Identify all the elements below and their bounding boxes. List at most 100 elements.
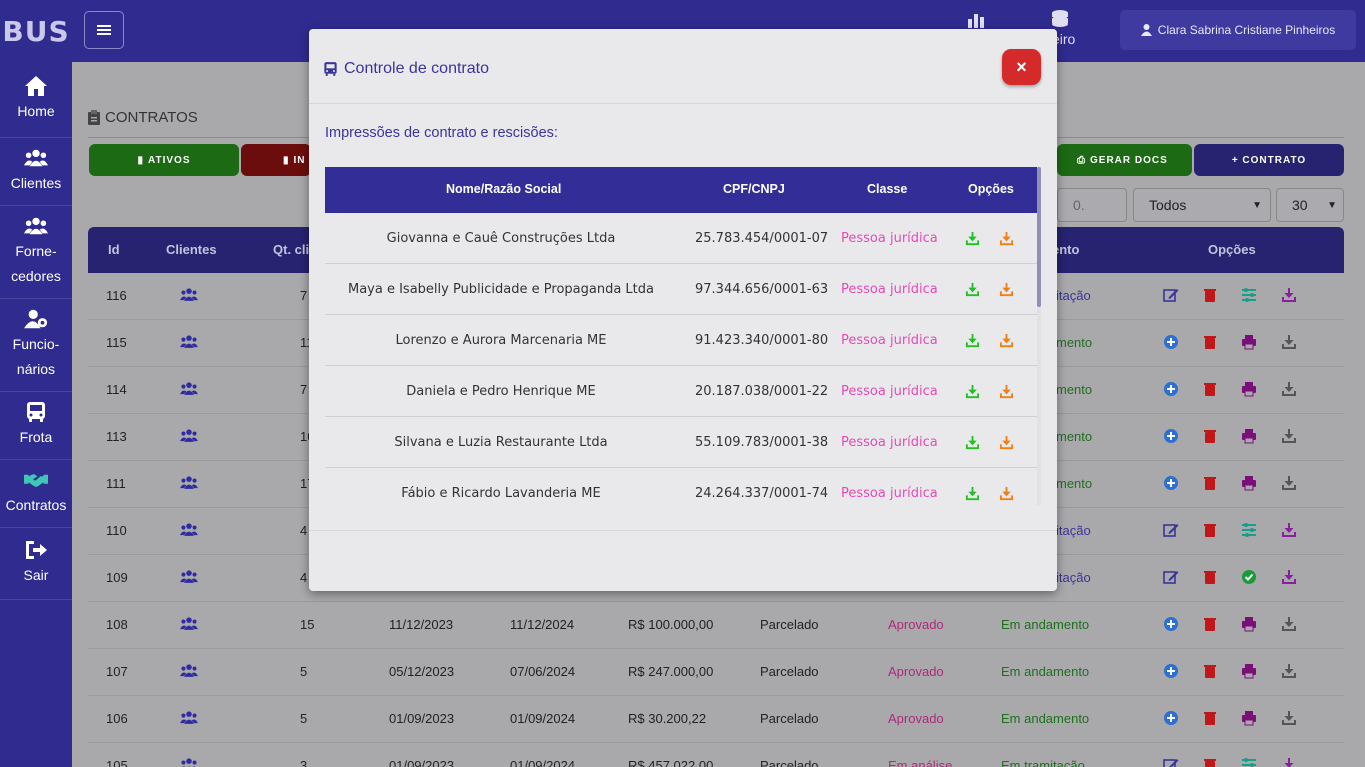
col-cpf: CPF/CNPJ: [723, 182, 785, 196]
sidebar-item-funcionarios[interactable]: Funcio- nários: [0, 299, 72, 392]
clients-icon[interactable]: [180, 522, 198, 538]
sliders-icon[interactable]: [1241, 287, 1257, 303]
clients-icon[interactable]: [180, 381, 198, 397]
scrollbar-thumb[interactable]: [1037, 167, 1041, 307]
print-icon[interactable]: [1241, 616, 1257, 632]
ativos-label: ATIVOS: [148, 154, 191, 166]
clients-icon[interactable]: [180, 569, 198, 585]
download-icon[interactable]: [1281, 428, 1297, 444]
download-icon[interactable]: [1281, 757, 1297, 767]
print-icon[interactable]: [1241, 710, 1257, 726]
row-andamento: Em andamento: [1001, 664, 1090, 679]
clients-icon[interactable]: [180, 757, 198, 767]
row-andamento: Em andamento: [1001, 617, 1090, 632]
search-input[interactable]: 0.: [1057, 188, 1127, 222]
edit-icon[interactable]: [1163, 569, 1179, 585]
sidebar-item-home[interactable]: Home: [0, 62, 72, 138]
trash-icon[interactable]: [1202, 428, 1218, 444]
edit-icon[interactable]: [1163, 757, 1179, 767]
download-icon[interactable]: [1281, 522, 1297, 538]
clients-icon[interactable]: [180, 334, 198, 350]
download-icon[interactable]: [1281, 710, 1297, 726]
row-andamento: itação: [1056, 570, 1091, 585]
plus-circle-icon[interactable]: [1163, 663, 1179, 679]
plus-circle-icon[interactable]: [1163, 475, 1179, 491]
sidebar-item-fornecedores[interactable]: Forne- cedores: [0, 206, 72, 299]
print-icon[interactable]: [1241, 334, 1257, 350]
check-circle-icon[interactable]: [1241, 569, 1257, 585]
sidebar-item-frota[interactable]: Frota: [0, 392, 72, 460]
close-button[interactable]: ×: [1002, 49, 1041, 85]
trash-icon: ▮: [137, 154, 145, 166]
download-icon[interactable]: [1281, 569, 1297, 585]
inativos-button[interactable]: ▮ IN: [241, 144, 311, 176]
row-cpf: 25.783.454/0001-07: [695, 231, 829, 246]
download-contract-icon[interactable]: [965, 435, 980, 450]
col-opcoes: Opções: [968, 182, 1014, 196]
clients-icon[interactable]: [180, 475, 198, 491]
download-rescission-icon[interactable]: [999, 282, 1014, 297]
print-icon[interactable]: [1241, 381, 1257, 397]
download-contract-icon[interactable]: [965, 486, 980, 501]
trash-icon[interactable]: [1202, 569, 1218, 585]
trash-icon[interactable]: [1202, 663, 1218, 679]
trash-icon[interactable]: [1202, 334, 1218, 350]
sliders-icon[interactable]: [1241, 757, 1257, 767]
download-icon[interactable]: [1281, 334, 1297, 350]
user-menu[interactable]: Clara Sabrina Cristiane Pinheiros: [1120, 10, 1356, 50]
download-icon[interactable]: [1281, 663, 1297, 679]
page-size-select[interactable]: 30 ▼: [1276, 188, 1344, 222]
download-contract-icon[interactable]: [965, 384, 980, 399]
clients-icon[interactable]: [180, 616, 198, 632]
trash-icon[interactable]: [1202, 522, 1218, 538]
gerar-docs-button[interactable]: ⎙ GERAR DOCS: [1057, 144, 1192, 176]
print-icon[interactable]: [1241, 428, 1257, 444]
sidebar-item-sair[interactable]: Sair: [0, 528, 72, 600]
edit-icon[interactable]: [1163, 287, 1179, 303]
sidebar-item-contratos[interactable]: Contratos: [0, 460, 72, 528]
ativos-button[interactable]: ▮ ATIVOS: [89, 144, 239, 176]
plus-circle-icon[interactable]: [1163, 334, 1179, 350]
download-contract-icon[interactable]: [965, 282, 980, 297]
clients-icon[interactable]: [180, 428, 198, 444]
download-contract-icon[interactable]: [965, 231, 980, 246]
new-contract-button[interactable]: + CONTRATO: [1194, 144, 1344, 176]
chart-bar-icon[interactable]: [967, 12, 985, 28]
plus-circle-icon[interactable]: [1163, 428, 1179, 444]
status-filter-select[interactable]: Todos ▼: [1133, 188, 1271, 222]
download-icon[interactable]: [1281, 475, 1297, 491]
plus-circle-icon[interactable]: [1163, 381, 1179, 397]
row-aprovacao: Aprovado: [888, 711, 944, 726]
trash-icon[interactable]: [1202, 381, 1218, 397]
download-rescission-icon[interactable]: [999, 486, 1014, 501]
print-icon[interactable]: [1241, 475, 1257, 491]
trash-icon[interactable]: [1202, 757, 1218, 767]
clients-icon[interactable]: [180, 663, 198, 679]
download-rescission-icon[interactable]: [999, 333, 1014, 348]
sidebar-item-clientes[interactable]: Clientes: [0, 138, 72, 206]
menu-toggle-button[interactable]: [84, 11, 124, 49]
list-item: Maya e Isabelly Publicidade e Propaganda…: [325, 264, 1037, 315]
plus-circle-icon[interactable]: [1163, 710, 1179, 726]
download-rescission-icon[interactable]: [999, 231, 1014, 246]
plus-circle-icon[interactable]: [1163, 616, 1179, 632]
row-qt: 5: [300, 664, 308, 679]
download-icon[interactable]: [1281, 616, 1297, 632]
row-id: 115: [106, 335, 127, 350]
download-icon[interactable]: [1281, 381, 1297, 397]
sliders-icon[interactable]: [1241, 522, 1257, 538]
download-icon[interactable]: [1281, 287, 1297, 303]
download-contract-icon[interactable]: [965, 333, 980, 348]
trash-icon[interactable]: [1202, 287, 1218, 303]
clients-icon[interactable]: [180, 287, 198, 303]
download-rescission-icon[interactable]: [999, 435, 1014, 450]
clients-icon[interactable]: [180, 710, 198, 726]
row-id: 111: [106, 476, 126, 491]
download-rescission-icon[interactable]: [999, 384, 1014, 399]
trash-icon[interactable]: [1202, 710, 1218, 726]
edit-icon[interactable]: [1163, 522, 1179, 538]
trash-icon[interactable]: [1202, 475, 1218, 491]
row-valor: R$ 30.200,22: [628, 711, 707, 726]
print-icon[interactable]: [1241, 663, 1257, 679]
trash-icon[interactable]: [1202, 616, 1218, 632]
